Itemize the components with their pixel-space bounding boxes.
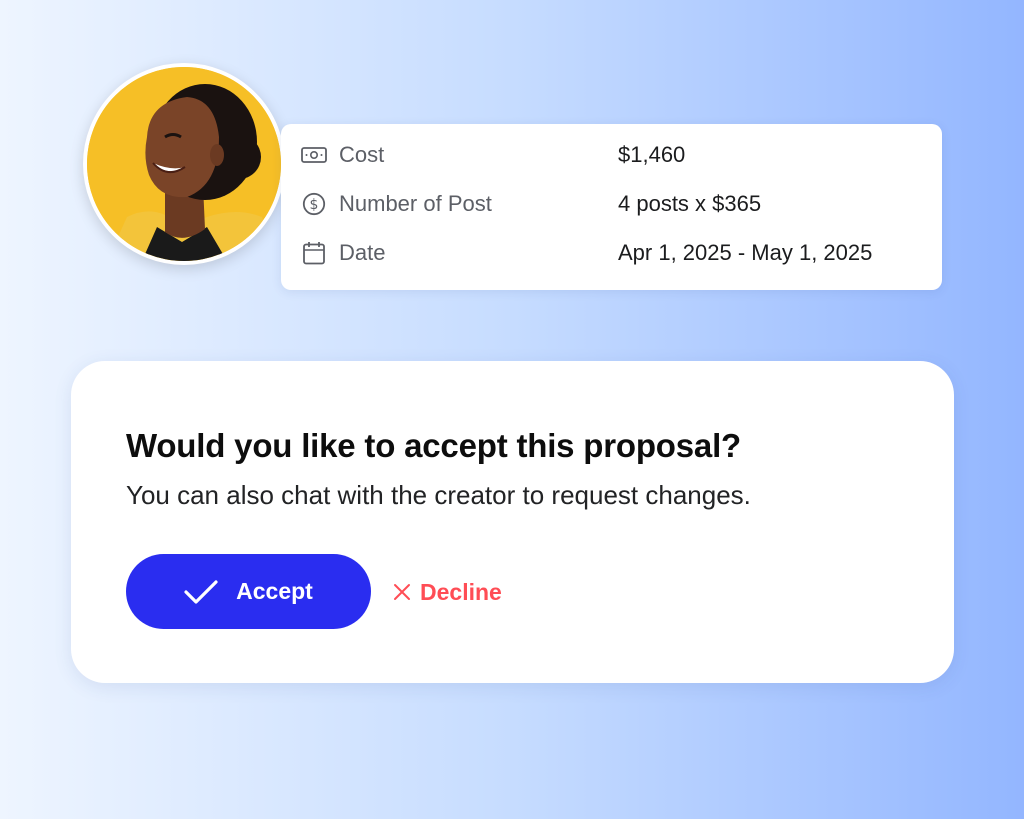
accept-label: Accept xyxy=(236,578,313,604)
creator-avatar xyxy=(83,63,285,265)
calendar-icon xyxy=(301,240,327,266)
decline-label: Decline xyxy=(420,578,502,605)
close-icon xyxy=(394,584,410,600)
detail-row-posts: $ Number of Post 4 posts x $365 xyxy=(281,186,942,222)
svg-text:$: $ xyxy=(310,197,319,213)
accept-button[interactable]: Accept xyxy=(126,554,371,629)
date-label: Date xyxy=(339,240,386,265)
creator-photo xyxy=(87,67,281,261)
cost-value: $1,460 xyxy=(618,142,686,167)
posts-label: Number of Post xyxy=(339,191,492,216)
posts-value: 4 posts x $365 xyxy=(618,191,762,216)
cost-label: Cost xyxy=(339,142,385,167)
check-icon xyxy=(184,579,218,604)
proposal-card: Would you like to accept this proposal? … xyxy=(71,361,954,683)
banknote-icon xyxy=(301,142,327,168)
proposal-title: Would you like to accept this proposal? xyxy=(126,427,741,464)
proposal-details-card: Cost $1,460 $ Number of Post 4 posts x $… xyxy=(281,124,942,290)
date-value: Apr 1, 2025 - May 1, 2025 xyxy=(618,240,873,265)
detail-row-cost: Cost $1,460 xyxy=(281,137,942,173)
dollar-circle-icon: $ xyxy=(301,191,327,217)
proposal-subtitle: You can also chat with the creator to re… xyxy=(126,480,751,510)
decline-button[interactable]: Decline xyxy=(393,575,502,609)
detail-row-date: Date Apr 1, 2025 - May 1, 2025 xyxy=(281,235,942,271)
